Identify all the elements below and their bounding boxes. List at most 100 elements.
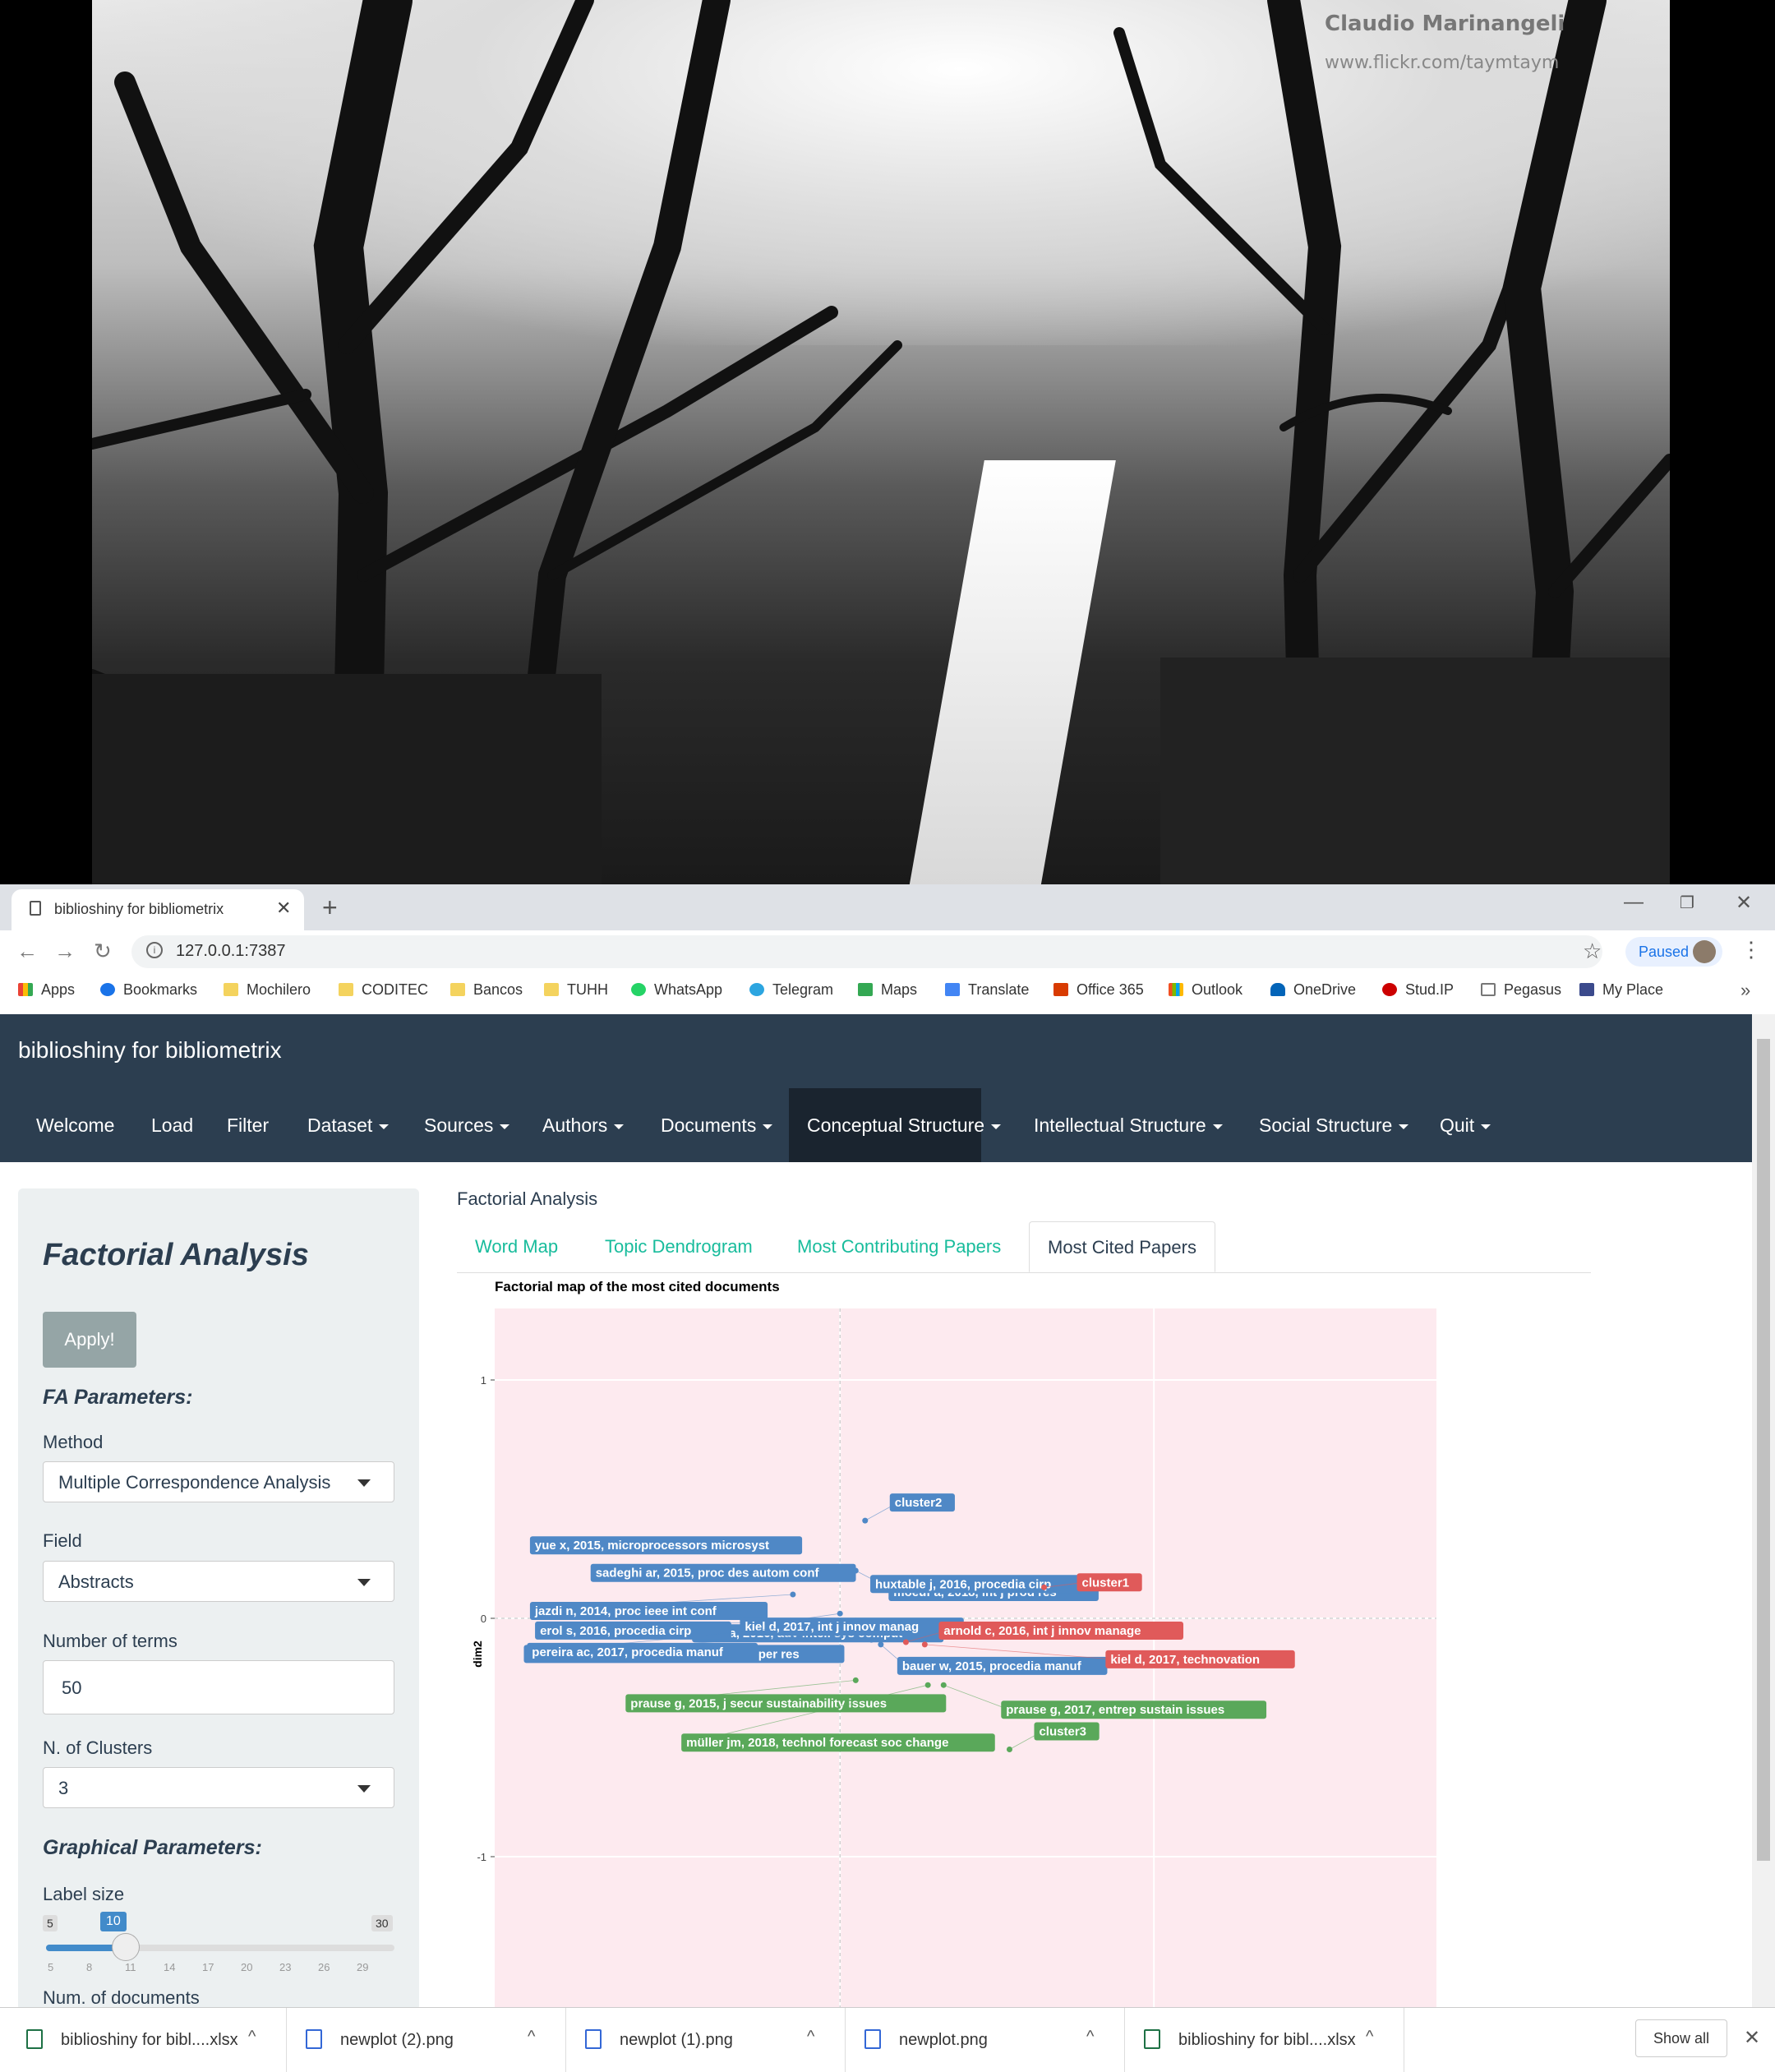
app-brand[interactable]: biblioshiny for bibliometrix [18, 1037, 282, 1064]
caret-down-icon [614, 1124, 625, 1129]
fa-parameters-heading: FA Parameters: [43, 1386, 193, 1409]
bookmark-tuhh[interactable]: TUHH [544, 981, 608, 999]
profile-button[interactable]: Paused [1625, 937, 1722, 967]
url-text[interactable]: 127.0.0.1:7387 [176, 942, 285, 961]
restore-button[interactable]: ❐ [1680, 893, 1694, 913]
bookmark-studip[interactable]: Stud.IP [1382, 981, 1454, 999]
bookmark-pegasus[interactable]: Pegasus [1481, 981, 1561, 999]
label-size-slider[interactable] [46, 1933, 394, 1961]
folder-icon [339, 983, 353, 996]
method-select[interactable]: Multiple Correspondence Analysis [43, 1461, 394, 1502]
bookmark-label: My Place [1602, 981, 1664, 998]
menu-kebab-icon[interactable]: ⋮ [1740, 937, 1762, 962]
sidebar-title: Factorial Analysis [43, 1238, 309, 1272]
download-item[interactable]: biblioshiny for bibl....xlsx ^ [8, 2008, 287, 2072]
download-item[interactable]: newplot (1).png ^ [567, 2008, 846, 2072]
bookmarks-overflow-icon[interactable]: » [1740, 980, 1750, 1001]
scrollbar-thumb[interactable] [1757, 1039, 1770, 1861]
caret-down-icon [763, 1124, 773, 1129]
star-icon [100, 983, 115, 996]
bookmark-label: Bancos [473, 981, 523, 998]
browser-tab[interactable]: biblioshiny for bibliometrix ✕ [12, 889, 304, 930]
chevron-up-icon[interactable]: ^ [248, 2028, 256, 2047]
apply-button[interactable]: Apply! [43, 1312, 136, 1368]
slider-handle[interactable] [112, 1933, 140, 1961]
slider-max: 30 [371, 1915, 393, 1931]
download-item[interactable]: newplot (2).png ^ [288, 2008, 566, 2072]
bookmark-outlook[interactable]: Outlook [1169, 981, 1242, 999]
tab-most-contributing-papers[interactable]: Most Contributing Papers [779, 1221, 1019, 1272]
tab-close-icon[interactable]: ✕ [276, 898, 291, 919]
bookmark-office365[interactable]: Office 365 [1053, 981, 1144, 999]
bookmark-my-place[interactable]: My Place [1579, 981, 1663, 999]
tab-most-cited-papers[interactable]: Most Cited Papers [1029, 1221, 1215, 1272]
bookmark-maps[interactable]: Maps [858, 981, 917, 999]
nav-social-structure[interactable]: Social Structure [1241, 1088, 1427, 1162]
number-of-terms-input[interactable]: 50 [43, 1660, 394, 1714]
microsoft-icon [1169, 983, 1183, 996]
chevron-up-icon[interactable]: ^ [528, 2028, 535, 2047]
photo-credit-name: Claudio Marinangeli [1325, 12, 1565, 36]
nav-authors[interactable]: Authors [524, 1088, 642, 1162]
dropdown-arrow-icon [357, 1785, 371, 1793]
bookmark-coditec[interactable]: CODITEC [339, 981, 428, 999]
minimize-button[interactable]: — [1624, 891, 1644, 914]
slider-tick-label: 17 [202, 1961, 214, 1973]
number-of-terms-label: Number of terms [43, 1631, 178, 1651]
profile-status: Paused [1639, 944, 1690, 960]
new-tab-button[interactable]: + [322, 893, 338, 923]
chevron-up-icon[interactable]: ^ [1086, 2028, 1094, 2047]
nav-filter[interactable]: Filter [209, 1088, 287, 1162]
download-item[interactable]: newplot.png ^ [846, 2008, 1125, 2072]
clusters-select[interactable]: 3 [43, 1767, 394, 1808]
bookmark-translate[interactable]: Translate [945, 981, 1029, 999]
page-scrollbar[interactable] [1752, 1014, 1775, 2007]
chevron-up-icon[interactable]: ^ [1366, 2028, 1373, 2047]
bookmark-bookmarks[interactable]: Bookmarks [100, 981, 197, 999]
nav-quit[interactable]: Quit [1422, 1088, 1509, 1162]
point-label: prause g, 2017, entrep sustain issues [1006, 1703, 1224, 1717]
point-label: jazdi n, 2014, proc ieee int conf [534, 1604, 717, 1618]
caret-down-icon [379, 1124, 390, 1129]
bookmarks-bar: Apps Bookmarks Mochilero CODITEC Bancos … [0, 973, 1775, 1015]
nav-documents[interactable]: Documents [643, 1088, 791, 1162]
download-name: biblioshiny for bibl....xlsx [1178, 2031, 1356, 2049]
graphical-parameters-heading: Graphical Parameters: [43, 1836, 262, 1859]
nav-label: Load [151, 1114, 194, 1136]
slider-tick-label: 29 [357, 1961, 369, 1973]
nav-welcome[interactable]: Welcome [18, 1088, 132, 1162]
nav-label: Sources [424, 1114, 494, 1136]
bookmark-bancos[interactable]: Bancos [450, 981, 523, 999]
main-title: Factorial Analysis [457, 1188, 598, 1209]
chevron-up-icon[interactable]: ^ [807, 2028, 814, 2047]
nav-label: Authors [542, 1114, 608, 1136]
nav-dataset[interactable]: Dataset [289, 1088, 407, 1162]
forward-button[interactable]: → [54, 939, 76, 964]
page-icon [30, 901, 41, 916]
tab-word-map[interactable]: Word Map [457, 1221, 576, 1272]
page-icon [1481, 983, 1496, 996]
bookmark-star-icon[interactable]: ☆ [1583, 939, 1602, 964]
address-bar[interactable] [131, 935, 1602, 968]
download-item[interactable]: biblioshiny for bibl....xlsx ^ [1126, 2008, 1404, 2072]
show-all-button[interactable]: Show all [1635, 2019, 1727, 2057]
bookmark-onedrive[interactable]: OneDrive [1270, 981, 1356, 999]
nav-intellectual-structure[interactable]: Intellectual Structure [1016, 1088, 1241, 1162]
bookmark-apps[interactable]: Apps [18, 981, 75, 999]
close-window-button[interactable]: ✕ [1736, 891, 1752, 915]
bookmark-telegram[interactable]: Telegram [749, 981, 833, 999]
apps-grid-icon [18, 983, 33, 996]
bookmark-mochilero[interactable]: Mochilero [224, 981, 311, 999]
back-button[interactable]: ← [16, 939, 38, 964]
close-download-bar-icon[interactable]: ✕ [1744, 2026, 1760, 2050]
nav-conceptual-structure[interactable]: Conceptual Structure [789, 1088, 1002, 1162]
info-icon[interactable]: i [146, 942, 163, 958]
field-select[interactable]: Abstracts [43, 1561, 394, 1602]
nav-load[interactable]: Load [133, 1088, 211, 1162]
bookmark-whatsapp[interactable]: WhatsApp [631, 981, 722, 999]
reload-button[interactable]: ↻ [94, 939, 112, 964]
tab-topic-dendrogram[interactable]: Topic Dendrogram [587, 1221, 771, 1272]
nav-sources[interactable]: Sources [406, 1088, 528, 1162]
caret-down-icon [1481, 1124, 1491, 1129]
download-name: newplot (2).png [340, 2031, 454, 2049]
